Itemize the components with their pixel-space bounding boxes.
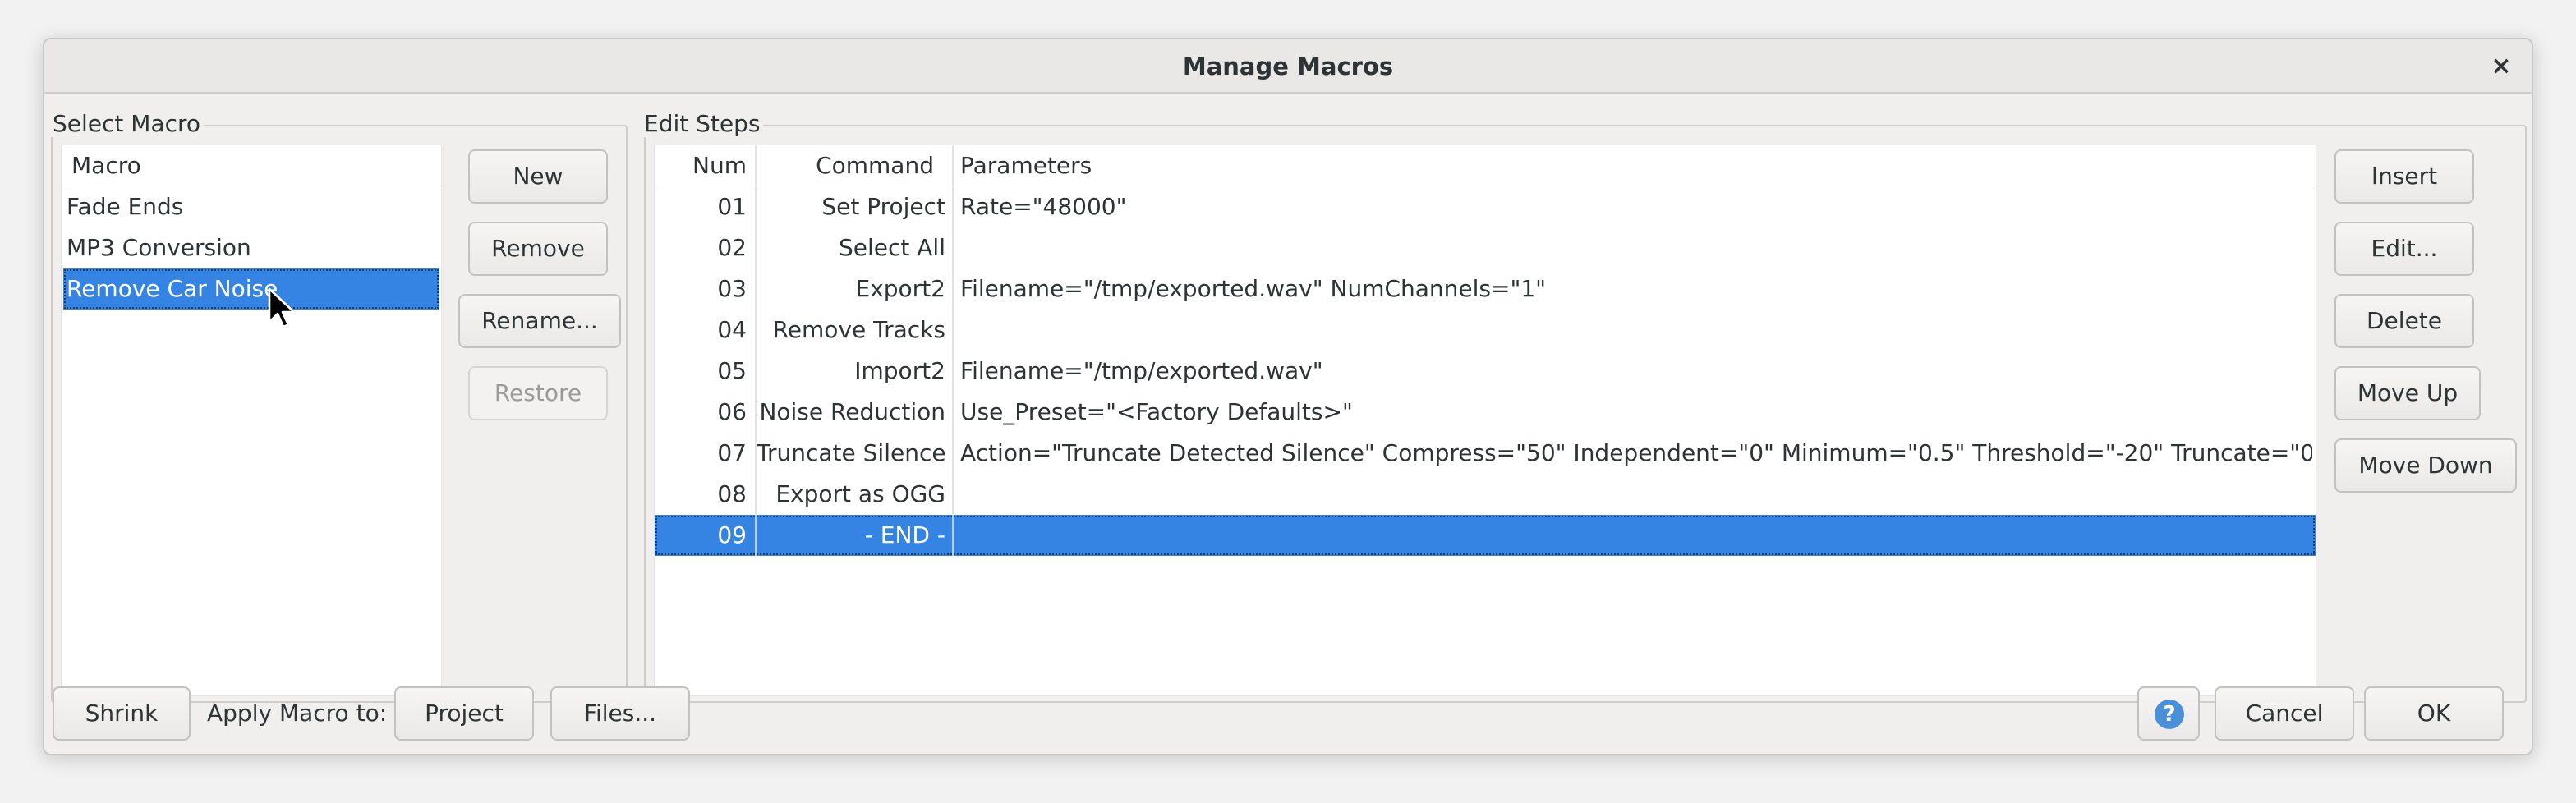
macro-name: Fade Ends (67, 193, 184, 220)
column-separator (952, 351, 954, 392)
step-command: Select All (839, 234, 945, 261)
macro-list[interactable]: Macro Fade Ends MP3 Conversion Remove Car … (61, 145, 442, 696)
step-command: Noise Reduction (759, 398, 945, 425)
step-parameters: Action="Truncate Detected Silence" Compr… (960, 439, 2312, 466)
step-num: 06 (717, 398, 747, 425)
close-icon[interactable]: × (2484, 49, 2518, 84)
column-separator (952, 186, 954, 227)
step-row[interactable]: 03 Export2 Filename="/tmp/exported.wav" Nu… (655, 268, 2316, 310)
step-row[interactable]: 04 Remove Tracks (655, 310, 2316, 351)
help-icon: ? (2155, 700, 2184, 729)
step-parameters (960, 474, 2312, 515)
column-separator (952, 433, 954, 474)
step-parameters: Filename="/tmp/exported.wav" NumChannels… (960, 275, 1547, 302)
step-row[interactable]: 02 Select All (655, 227, 2316, 268)
column-separator (952, 145, 954, 186)
step-num: 02 (717, 234, 747, 261)
delete-step-button[interactable]: Delete (2334, 294, 2474, 348)
step-num: 09 (717, 521, 747, 548)
step-parameters (960, 515, 2312, 556)
apply-to-files-button[interactable]: Files... (550, 686, 690, 741)
move-up-button[interactable]: Move Up (2334, 366, 2481, 420)
column-separator (952, 474, 954, 515)
title-bar: Manage Macros × (44, 39, 2532, 94)
step-row[interactable]: 08 Export as OGG (655, 474, 2316, 515)
step-num: 04 (717, 316, 747, 343)
command-column-header[interactable]: Command (757, 145, 952, 186)
macro-list-header[interactable]: Macro (62, 145, 441, 186)
macro-list-item[interactable]: Fade Ends (63, 186, 439, 227)
macro-name: MP3 Conversion (67, 234, 251, 261)
new-macro-button[interactable]: New (468, 149, 608, 204)
steps-table[interactable]: Num Command Parameters 01 Set Project Rate… (654, 145, 2316, 696)
apply-macro-label: Apply Macro to: (207, 700, 388, 727)
step-num: 05 (717, 357, 747, 384)
edit-step-button[interactable]: Edit... (2334, 222, 2474, 276)
step-parameters: Rate="48000" (960, 193, 1127, 220)
step-row[interactable]: 09 - END - (655, 515, 2316, 556)
shrink-button[interactable]: Shrink (53, 686, 191, 741)
insert-step-button[interactable]: Insert (2334, 149, 2474, 204)
num-column-header[interactable]: Num (655, 145, 753, 186)
column-separator (952, 268, 954, 310)
macro-list-item[interactable]: Remove Car Noise (63, 268, 439, 310)
macro-list-item[interactable]: MP3 Conversion (63, 227, 439, 268)
select-macro-label: Select Macro (49, 110, 205, 137)
column-separator (952, 310, 954, 351)
step-num: 01 (717, 193, 747, 220)
apply-to-project-button[interactable]: Project (394, 686, 534, 741)
step-num: 08 (717, 480, 747, 507)
macro-name: Remove Car Noise (67, 275, 278, 302)
move-down-button[interactable]: Move Down (2334, 438, 2517, 493)
step-parameters: Filename="/tmp/exported.wav" (960, 357, 1323, 384)
rename-macro-button[interactable]: Rename... (458, 294, 621, 348)
mouse-pointer-icon (268, 287, 296, 328)
steps-table-header: Num Command Parameters (655, 145, 2316, 186)
step-command: Export2 (855, 275, 945, 302)
step-row[interactable]: 06 Noise Reduction Use_Preset="<Factory De… (655, 392, 2316, 433)
step-command: Truncate Silence (757, 439, 946, 466)
remove-macro-button[interactable]: Remove (468, 222, 608, 276)
step-command: Import2 (854, 357, 945, 384)
restore-macro-button[interactable]: Restore (468, 366, 608, 420)
step-num: 03 (717, 275, 747, 302)
dialog-title: Manage Macros (1182, 53, 1394, 80)
step-command: - END - (864, 521, 945, 548)
step-command: Export as OGG (775, 480, 945, 507)
manage-macros-dialog: Manage Macros × Select Macro Macro Fade … (43, 38, 2533, 755)
macro-column-header: Macro (71, 152, 141, 179)
step-parameters (960, 227, 2312, 268)
step-parameters: Use_Preset="<Factory Defaults>" (960, 398, 1353, 425)
column-separator (952, 392, 954, 433)
step-row[interactable]: 07 Truncate Silence Action="Truncate Detec… (655, 433, 2316, 474)
ok-button[interactable]: OK (2364, 686, 2504, 741)
step-num: 07 (717, 439, 747, 466)
step-command: Set Project (821, 193, 945, 220)
parameters-column-header[interactable]: Parameters (960, 145, 1092, 186)
step-row[interactable]: 05 Import2 Filename="/tmp/exported.wav" (655, 351, 2316, 392)
column-separator (952, 515, 954, 556)
edit-steps-label: Edit Steps (641, 110, 764, 137)
step-parameters (960, 310, 2312, 351)
column-separator (952, 227, 954, 268)
help-button[interactable]: ? (2137, 686, 2200, 741)
cancel-button[interactable]: Cancel (2215, 686, 2354, 741)
step-row[interactable]: 01 Set Project Rate="48000" (655, 186, 2316, 227)
step-command: Remove Tracks (772, 316, 945, 343)
